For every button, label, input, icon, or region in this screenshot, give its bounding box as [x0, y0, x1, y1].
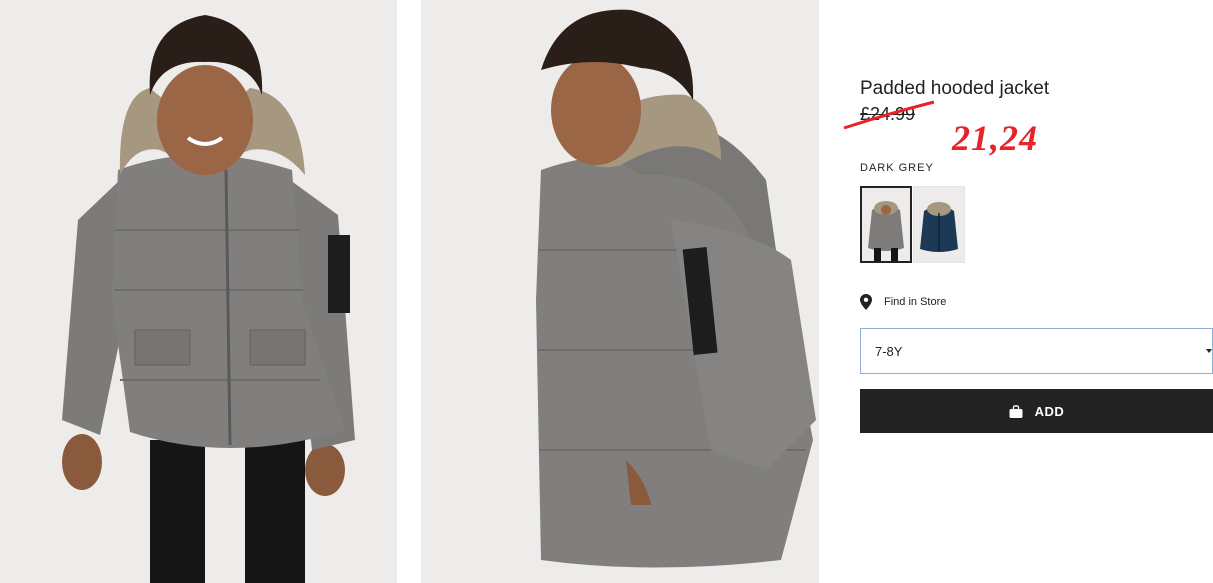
size-select[interactable]: 7-8Y [860, 328, 1213, 374]
find-in-store-label: Find in Store [884, 296, 947, 308]
product-image-front[interactable] [0, 0, 397, 583]
bag-icon [1009, 404, 1023, 418]
caret-down-icon [1206, 349, 1212, 353]
swatch-dark-grey[interactable] [860, 186, 912, 263]
price-strikethrough-mark [843, 100, 935, 130]
swatch-dark-blue[interactable] [913, 186, 965, 263]
product-image-side[interactable] [421, 0, 819, 583]
add-to-bag-button[interactable]: ADD [860, 389, 1213, 433]
location-pin-icon [860, 294, 872, 310]
find-in-store-link[interactable]: Find in Store [860, 294, 946, 310]
size-selected-value: 7-8Y [875, 344, 903, 359]
discounted-price: 21,24 [952, 118, 1038, 158]
add-button-label: ADD [1034, 403, 1065, 419]
product-title: Padded hooded jacket [860, 78, 1050, 99]
color-name-label: DARK GREY [860, 162, 934, 174]
